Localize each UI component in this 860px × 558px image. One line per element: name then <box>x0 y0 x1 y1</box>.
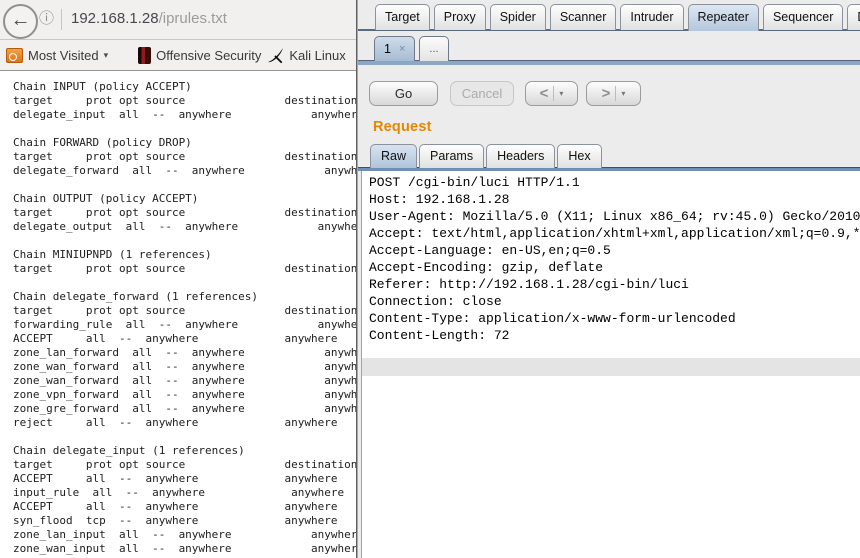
browser-window: ← ⓘ 192.168.1.28/iprules.txt Most Visite… <box>0 0 357 558</box>
most-visited-folder-icon <box>6 48 23 63</box>
tab-repeater[interactable]: Repeater <box>688 4 759 31</box>
dropdown-arrow-icon[interactable]: ▾ <box>559 82 563 105</box>
request-headers-text[interactable]: POST /cgi-bin/luci HTTP/1.1 Host: 192.16… <box>362 170 860 344</box>
button-divider <box>553 86 554 101</box>
repeater-tab-label: 1 <box>384 37 391 61</box>
tab-decoder[interactable]: Decoder <box>847 4 860 30</box>
request-section-heading: Request <box>373 119 432 135</box>
url-host: 192.168.1.28 <box>71 10 159 27</box>
burp-suite-window: Target Proxy Spider Scanner Intruder Rep… <box>357 0 860 558</box>
bookmark-kali-linux[interactable]: Kali Linux <box>261 47 345 64</box>
main-tab-bar: Target Proxy Spider Scanner Intruder Rep… <box>375 4 860 31</box>
right-arrow-icon: > <box>602 86 611 101</box>
tab-headers[interactable]: Headers <box>486 144 555 168</box>
tab-spider[interactable]: Spider <box>490 4 546 30</box>
url-divider <box>61 9 62 30</box>
request-body-line[interactable]: username=user`iptables%20-L%20>%20/www/i… <box>362 358 860 376</box>
repeater-tab-new[interactable]: ... <box>419 36 448 61</box>
next-request-button[interactable]: > ▾ <box>586 81 641 106</box>
tab-sequencer[interactable]: Sequencer <box>763 4 843 30</box>
bookmark-most-visited[interactable]: Most Visited ▾ <box>6 48 108 63</box>
tab-intruder[interactable]: Intruder <box>620 4 683 30</box>
back-arrow-icon: ← <box>11 9 31 31</box>
go-button[interactable]: Go <box>369 81 438 106</box>
tab-target[interactable]: Target <box>375 4 430 30</box>
bookmark-offensive-security[interactable]: Offensive Security <box>108 47 261 64</box>
kali-linux-icon <box>267 47 284 64</box>
tab-proxy[interactable]: Proxy <box>434 4 486 30</box>
offensive-security-icon <box>138 47 151 64</box>
iptables-output-text: Chain INPUT (policy ACCEPT) target prot … <box>0 71 356 558</box>
bookmarks-bar: Most Visited ▾ Offensive Security Kali L… <box>0 40 356 71</box>
info-icon[interactable]: ⓘ <box>39 10 54 28</box>
previous-request-button[interactable]: < ▾ <box>525 81 578 106</box>
repeater-tab-bar: 1 × ... <box>374 36 449 61</box>
dropdown-arrow-icon[interactable]: ▾ <box>621 82 625 105</box>
repeater-tab-1[interactable]: 1 × <box>374 36 415 61</box>
tab-raw[interactable]: Raw <box>370 144 417 168</box>
tab-scanner[interactable]: Scanner <box>550 4 617 30</box>
tab-params[interactable]: Params <box>419 144 484 168</box>
close-icon[interactable]: × <box>399 37 405 61</box>
bookmark-label: Offensive Security <box>156 48 261 63</box>
url-path: /iprules.txt <box>159 10 227 27</box>
browser-navbar: ← ⓘ 192.168.1.28/iprules.txt <box>0 0 356 40</box>
request-editor[interactable]: POST /cgi-bin/luci HTTP/1.1 Host: 192.16… <box>361 170 860 558</box>
editor-tab-bar: Raw Params Headers Hex <box>370 144 602 168</box>
url-bar[interactable]: 192.168.1.28/iprules.txt <box>71 10 227 27</box>
bookmark-label: Kali Linux <box>289 48 345 63</box>
tab-hex[interactable]: Hex <box>557 144 601 168</box>
left-arrow-icon: < <box>540 86 549 101</box>
button-divider <box>615 86 616 101</box>
back-button[interactable]: ← <box>3 4 38 39</box>
cancel-button[interactable]: Cancel <box>450 81 514 106</box>
bookmark-label: Most Visited <box>28 48 99 63</box>
